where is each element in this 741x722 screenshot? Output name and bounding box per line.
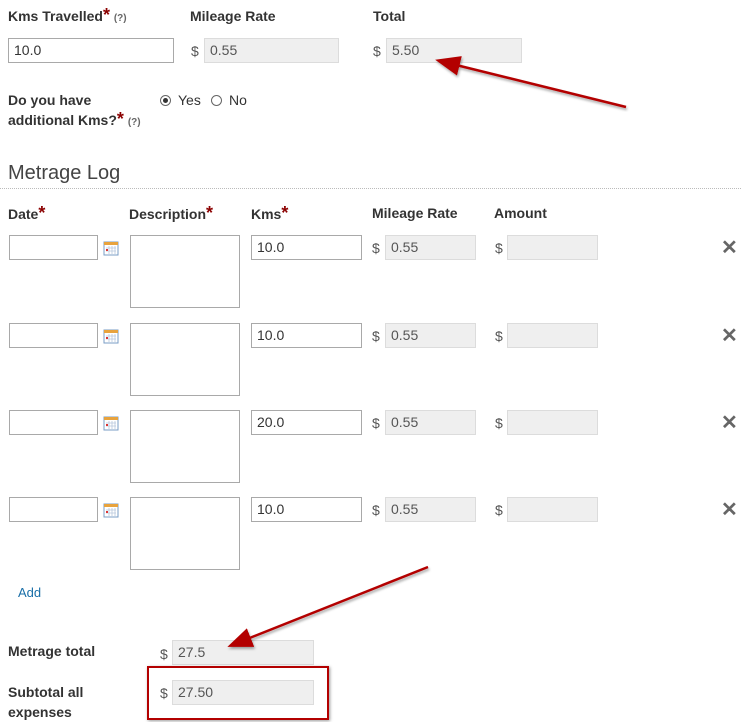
- required-marker: *: [206, 203, 214, 223]
- date-input[interactable]: [9, 323, 98, 348]
- kms-travelled-input[interactable]: 10.0: [8, 38, 174, 63]
- kms-travelled-label: Kms Travelled* (?): [8, 5, 127, 25]
- metrage-total-field: 27.5: [172, 640, 314, 665]
- currency-symbol: $: [191, 43, 199, 59]
- mileage-rate-field: 0.55: [385, 497, 476, 522]
- mileage-rate-field: 0.55: [385, 323, 476, 348]
- description-textarea[interactable]: [130, 410, 240, 483]
- kms-input[interactable]: 10.0: [251, 497, 362, 522]
- date-input[interactable]: [9, 410, 98, 435]
- remove-row-icon[interactable]: ✕: [721, 500, 738, 520]
- description-textarea[interactable]: [130, 235, 240, 308]
- calendar-icon[interactable]: [103, 415, 119, 431]
- required-marker: *: [116, 109, 124, 129]
- required-marker: *: [38, 203, 46, 223]
- subtotal-label-line1: Subtotal all: [8, 684, 84, 700]
- remove-row-icon[interactable]: ✕: [721, 238, 738, 258]
- help-icon[interactable]: (?): [128, 117, 141, 128]
- radio-no-label[interactable]: No: [229, 92, 247, 108]
- subtotal-label-line2: expenses: [8, 704, 72, 720]
- additional-kms-line1: Do you have: [8, 92, 92, 108]
- currency-symbol: $: [373, 43, 381, 59]
- mileage-rate-label: Mileage Rate: [190, 8, 276, 24]
- mileage-rate-field: 0.55: [204, 38, 339, 63]
- amount-field: [507, 323, 598, 348]
- radio-yes-label[interactable]: Yes: [178, 92, 201, 108]
- currency-symbol: $: [372, 240, 380, 256]
- col-kms-text: Kms: [251, 206, 282, 222]
- col-amount-header: Amount: [494, 205, 547, 221]
- amount-field: [507, 497, 598, 522]
- description-textarea[interactable]: [130, 497, 240, 570]
- add-row-link[interactable]: Add: [18, 585, 41, 600]
- total-field: 5.50: [386, 38, 522, 63]
- col-description-header: Description*: [129, 203, 214, 223]
- currency-symbol: $: [372, 328, 380, 344]
- additional-kms-label: Do you have additional Kms?* (?): [8, 90, 141, 133]
- metrage-total-label: Metrage total: [8, 643, 96, 659]
- currency-symbol: $: [495, 415, 503, 431]
- required-marker: *: [281, 203, 289, 223]
- currency-symbol: $: [495, 240, 503, 256]
- mileage-rate-field: 0.55: [385, 235, 476, 260]
- radio-no[interactable]: [211, 95, 222, 106]
- section-divider: [0, 188, 741, 189]
- currency-symbol: $: [495, 328, 503, 344]
- currency-symbol: $: [372, 502, 380, 518]
- section-title: Metrage Log: [8, 162, 121, 184]
- mileage-rate-field: 0.55: [385, 410, 476, 435]
- calendar-icon[interactable]: [103, 240, 119, 256]
- arrow-to-total: [435, 56, 627, 109]
- help-icon[interactable]: (?): [114, 13, 127, 24]
- col-mileage-rate-header: Mileage Rate: [372, 205, 458, 221]
- highlight-box: [147, 666, 329, 720]
- kms-travelled-text: Kms Travelled: [8, 8, 103, 24]
- kms-input[interactable]: 10.0: [251, 235, 362, 260]
- required-marker: *: [102, 5, 110, 25]
- col-description-text: Description: [129, 206, 207, 222]
- amount-field: [507, 235, 598, 260]
- currency-symbol: $: [160, 646, 168, 662]
- calendar-icon[interactable]: [103, 328, 119, 344]
- date-input[interactable]: [9, 497, 98, 522]
- col-date-text: Date: [8, 206, 39, 222]
- kms-input[interactable]: 20.0: [251, 410, 362, 435]
- total-label: Total: [373, 8, 406, 24]
- subtotal-label: Subtotal all expenses: [8, 682, 83, 722]
- kms-input[interactable]: 10.0: [251, 323, 362, 348]
- description-textarea[interactable]: [130, 323, 240, 396]
- date-input[interactable]: [9, 235, 98, 260]
- col-date-header: Date*: [8, 203, 46, 223]
- arrow-to-metrage-total: [227, 565, 429, 647]
- remove-row-icon[interactable]: ✕: [721, 326, 738, 346]
- col-kms-header: Kms*: [251, 203, 289, 223]
- remove-row-icon[interactable]: ✕: [721, 413, 738, 433]
- calendar-icon[interactable]: [103, 502, 119, 518]
- currency-symbol: $: [495, 502, 503, 518]
- currency-symbol: $: [372, 415, 380, 431]
- additional-kms-line2: additional Kms?: [8, 112, 117, 128]
- amount-field: [507, 410, 598, 435]
- radio-yes[interactable]: [160, 95, 171, 106]
